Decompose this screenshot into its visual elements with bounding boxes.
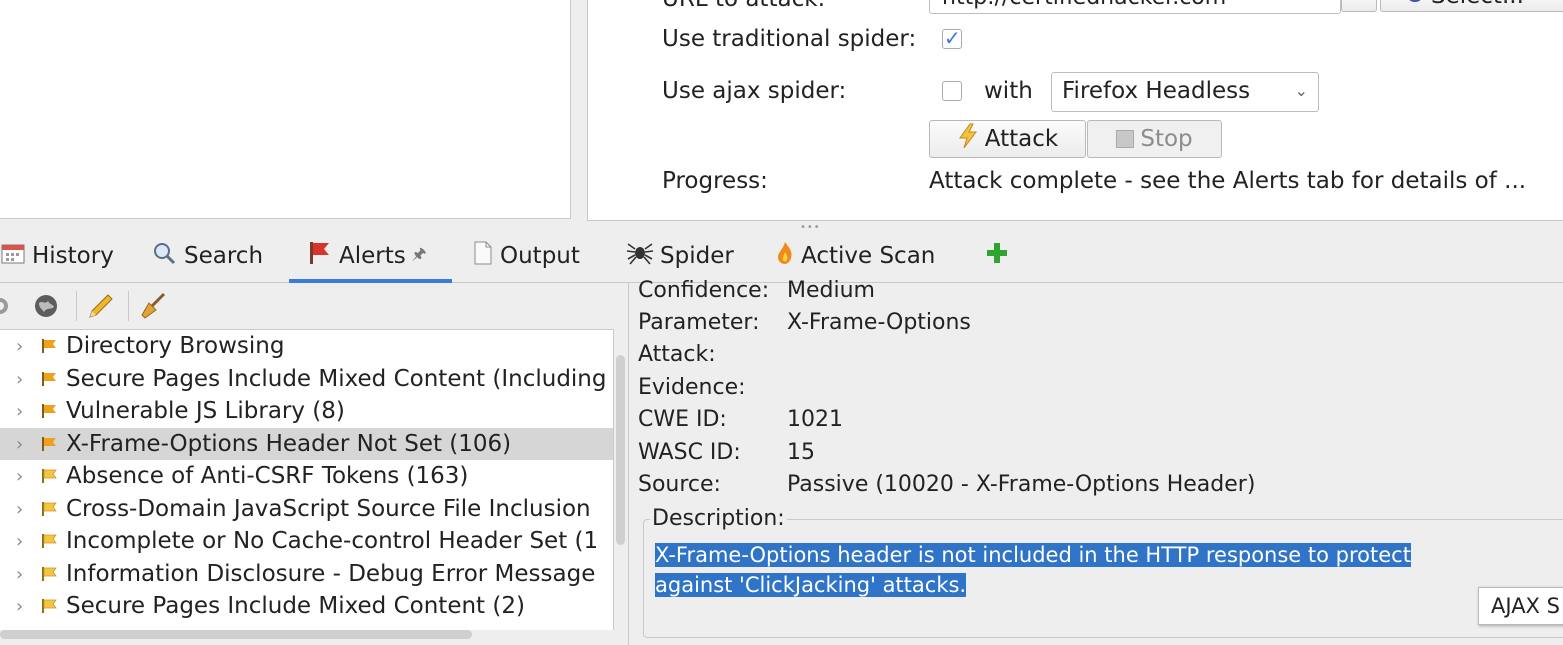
- attack-button[interactable]: Attack: [929, 120, 1086, 158]
- with-label: with: [984, 78, 1033, 104]
- chevron-right-icon[interactable]: ›: [16, 369, 32, 390]
- source-label: Source:: [638, 472, 721, 497]
- tab-active-scan[interactable]: Active Scan: [775, 230, 935, 282]
- evidence-label: Evidence:: [638, 375, 746, 400]
- chevron-right-icon[interactable]: ›: [16, 401, 32, 422]
- source-value: Passive (10020 - X-Frame-Options Header): [787, 472, 1256, 497]
- description-title: Description:: [650, 506, 787, 531]
- cwe-id-label: CWE ID:: [638, 407, 727, 432]
- wasc-id-value: 15: [787, 440, 815, 465]
- plus-icon: [984, 240, 1010, 272]
- pencil-icon[interactable]: [86, 291, 114, 327]
- flame-icon: [775, 240, 795, 272]
- yellow-flag-icon: [40, 466, 62, 486]
- alert-tree-item[interactable]: › Directory Browsing: [0, 330, 613, 362]
- chevron-down-icon: ⌄: [1294, 81, 1308, 100]
- alert-tree-item[interactable]: › Cross-Domain JavaScript Source File In…: [0, 493, 613, 525]
- confidence-value: Medium: [787, 278, 875, 303]
- calendar-icon: [0, 241, 26, 271]
- toolbar-separator: [128, 291, 129, 321]
- alerts-toolbar: [0, 283, 628, 328]
- alert-tree-item[interactable]: › Information Disclosure - Debug Error M…: [0, 558, 613, 590]
- target-icon[interactable]: [0, 294, 12, 324]
- globe-filter-icon[interactable]: [33, 293, 59, 325]
- tab-output[interactable]: Output: [472, 230, 580, 282]
- ajax-spider-checkbox[interactable]: [942, 81, 962, 101]
- cwe-id-value: 1021: [787, 407, 843, 432]
- alert-tree-item[interactable]: › Absence of Anti-CSRF Tokens (163): [0, 460, 613, 492]
- alert-tree-item-selected[interactable]: › X-Frame-Options Header Not Set (106): [0, 428, 613, 460]
- red-flag-icon: [307, 240, 333, 272]
- confidence-label: Confidence:: [638, 278, 770, 303]
- orange-flag-icon: [40, 434, 62, 454]
- browser-select[interactable]: Firefox Headless ⌄: [1051, 72, 1319, 112]
- tab-history[interactable]: History: [0, 230, 114, 282]
- tooltip: AJAX S: [1478, 587, 1563, 625]
- quick-start-panel: URL to attack: http://certifiedhacker.co…: [587, 0, 1563, 221]
- globe-icon: [1405, 0, 1425, 9]
- sites-tree-panel: [0, 0, 571, 219]
- alert-tree-item[interactable]: › Secure Pages Include Mixed Content (In…: [0, 363, 613, 395]
- orange-flag-icon: [40, 336, 62, 356]
- url-history-button[interactable]: [1341, 0, 1377, 12]
- alerts-tree: › Directory Browsing › Secure Pages Incl…: [0, 329, 614, 630]
- wasc-id-label: WASC ID:: [638, 440, 741, 465]
- orange-flag-icon: [40, 369, 62, 389]
- yellow-flag-icon: [40, 499, 62, 519]
- broom-icon[interactable]: [138, 291, 168, 327]
- document-icon: [472, 240, 494, 272]
- chevron-right-icon[interactable]: ›: [16, 434, 32, 455]
- tab-spider[interactable]: Spider: [626, 230, 734, 282]
- lightning-icon: [957, 123, 979, 155]
- chevron-right-icon[interactable]: ›: [16, 564, 32, 585]
- horizontal-splitter[interactable]: [0, 220, 1563, 230]
- traditional-spider-label: Use traditional spider:: [662, 26, 917, 52]
- url-label: URL to attack:: [662, 0, 825, 12]
- pin-icon[interactable]: 🖈: [412, 243, 427, 270]
- description-text[interactable]: X-Frame-Options header is not included i…: [655, 540, 1535, 600]
- chevron-right-icon[interactable]: ›: [16, 531, 32, 552]
- alert-tree-item[interactable]: › Vulnerable JS Library (8): [0, 395, 613, 427]
- spider-icon: [626, 241, 654, 271]
- traditional-spider-checkbox[interactable]: [942, 26, 962, 50]
- stop-icon: [1116, 130, 1135, 148]
- description-line: against 'ClickJacking' attacks.: [655, 573, 967, 597]
- tree-vertical-scroll-thumb[interactable]: [616, 355, 625, 545]
- ajax-spider-label: Use ajax spider:: [662, 78, 847, 104]
- alert-tree-item[interactable]: › Incomplete or No Cache-control Header …: [0, 525, 613, 557]
- chevron-right-icon[interactable]: ›: [16, 596, 32, 617]
- tab-search[interactable]: Search: [152, 230, 263, 282]
- yellow-flag-icon: [40, 531, 62, 551]
- parameter-value: X-Frame-Options: [787, 310, 971, 335]
- alert-tree-item[interactable]: › Secure Pages Include Mixed Content (2): [0, 590, 613, 622]
- orange-flag-icon: [40, 401, 62, 421]
- chevron-right-icon[interactable]: ›: [16, 336, 32, 357]
- select-button[interactable]: Select...: [1380, 0, 1563, 12]
- yellow-flag-icon: [40, 564, 62, 584]
- url-input[interactable]: http://certifiedhacker.com: [929, 0, 1341, 14]
- chevron-right-icon[interactable]: ›: [16, 466, 32, 487]
- bottom-tab-bar: History Search Alerts 🖈 Output Spider Ac…: [0, 230, 1563, 283]
- magnifier-icon: [152, 241, 178, 271]
- attack-label: Attack:: [638, 342, 716, 367]
- toolbar-separator: [76, 291, 77, 321]
- stop-button[interactable]: Stop: [1087, 120, 1222, 158]
- tab-alerts[interactable]: Alerts 🖈: [289, 230, 452, 283]
- description-line: X-Frame-Options header is not included i…: [655, 543, 1411, 567]
- progress-status: Attack complete - see the Alerts tab for…: [929, 168, 1527, 194]
- parameter-label: Parameter:: [638, 310, 760, 335]
- add-tab-button[interactable]: [984, 230, 1010, 282]
- tree-horizontal-scroll-thumb[interactable]: [0, 630, 472, 639]
- chevron-right-icon[interactable]: ›: [16, 499, 32, 520]
- progress-label: Progress:: [662, 168, 768, 194]
- yellow-flag-icon: [40, 596, 62, 616]
